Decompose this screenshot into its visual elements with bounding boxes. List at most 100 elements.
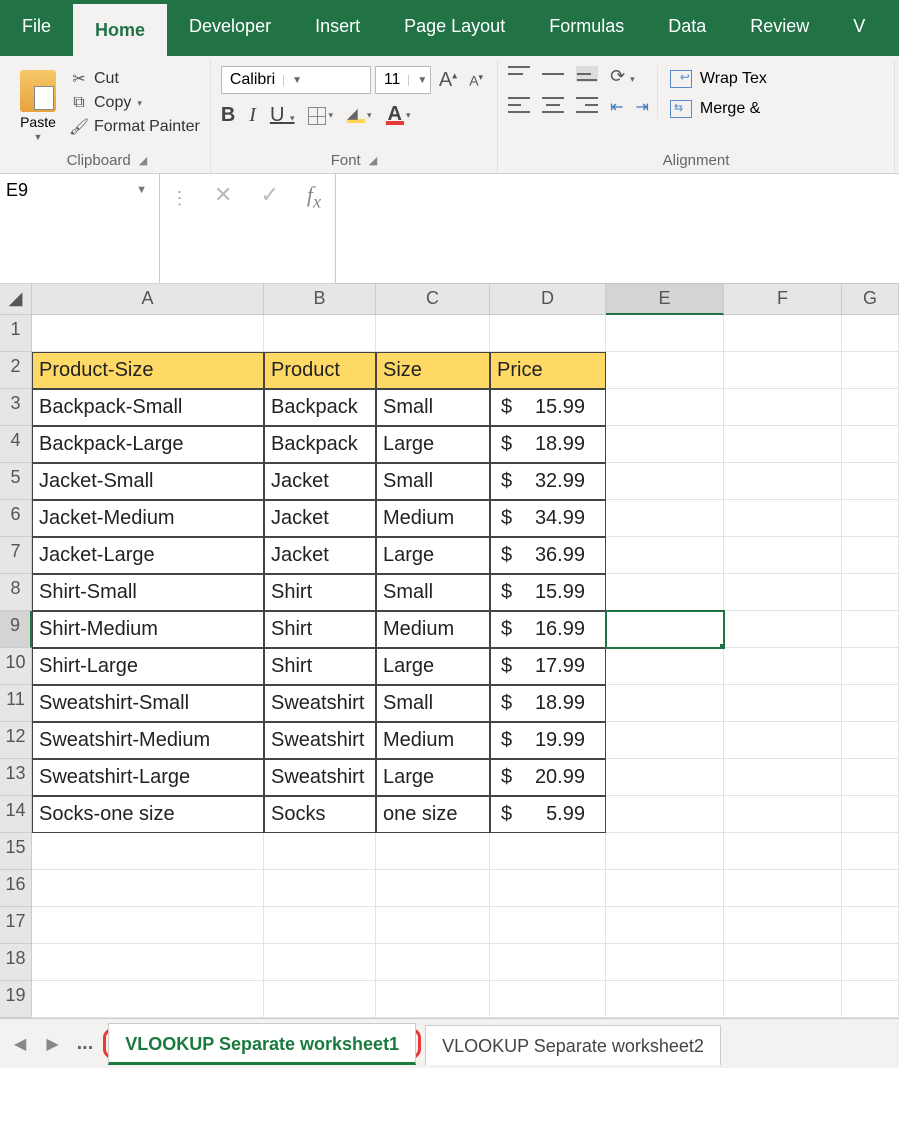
cell-G5[interactable] [842, 463, 899, 500]
chevron-down-icon[interactable]: ▼ [34, 132, 43, 142]
cell-E2[interactable] [606, 352, 724, 389]
cell-D2[interactable]: Price [490, 352, 606, 389]
col-header-F[interactable]: F [724, 284, 842, 315]
row-header-6[interactable]: 6 [0, 500, 32, 537]
cell-A8[interactable]: Shirt-Small [32, 574, 264, 611]
cell-E9[interactable] [606, 611, 724, 648]
cell-B13[interactable]: Sweatshirt [264, 759, 376, 796]
row-header-17[interactable]: 17 [0, 907, 32, 944]
cell-A18[interactable] [32, 944, 264, 981]
col-header-B[interactable]: B [264, 284, 376, 315]
chevron-down-icon[interactable]: ▼ [408, 75, 426, 86]
cell-D16[interactable] [490, 870, 606, 907]
cell-E15[interactable] [606, 833, 724, 870]
cell-B7[interactable]: Jacket [264, 537, 376, 574]
cell-D5[interactable]: $32.99 [490, 463, 606, 500]
cell-B4[interactable]: Backpack [264, 426, 376, 463]
cell-A11[interactable]: Sweatshirt-Small [32, 685, 264, 722]
row-header-4[interactable]: 4 [0, 426, 32, 463]
cell-B5[interactable]: Jacket [264, 463, 376, 500]
align-center-icon[interactable] [542, 97, 564, 113]
row-header-10[interactable]: 10 [0, 648, 32, 685]
cell-D6[interactable]: $34.99 [490, 500, 606, 537]
cell-B8[interactable]: Shirt [264, 574, 376, 611]
cell-C12[interactable]: Medium [376, 722, 490, 759]
cell-B9[interactable]: Shirt [264, 611, 376, 648]
cell-B11[interactable]: Sweatshirt [264, 685, 376, 722]
font-name-combo[interactable]: Calibri ▼ [221, 66, 371, 94]
cell-D18[interactable] [490, 944, 606, 981]
cell-D12[interactable]: $19.99 [490, 722, 606, 759]
cell-E4[interactable] [606, 426, 724, 463]
cell-C13[interactable]: Large [376, 759, 490, 796]
cell-C9[interactable]: Medium [376, 611, 490, 648]
row-header-14[interactable]: 14 [0, 796, 32, 833]
chevron-down-icon[interactable]: ▾ [406, 110, 411, 121]
cell-C15[interactable] [376, 833, 490, 870]
cell-F10[interactable] [724, 648, 842, 685]
row-header-19[interactable]: 19 [0, 981, 32, 1018]
row-header-15[interactable]: 15 [0, 833, 32, 870]
cell-A17[interactable] [32, 907, 264, 944]
cell-B10[interactable]: Shirt [264, 648, 376, 685]
chevron-down-icon[interactable]: ▼ [132, 180, 151, 196]
cell-F8[interactable] [724, 574, 842, 611]
font-color-button[interactable]: A▾ [386, 107, 411, 125]
cell-C19[interactable] [376, 981, 490, 1018]
row-header-2[interactable]: 2 [0, 352, 32, 389]
row-header-1[interactable]: 1 [0, 315, 32, 352]
cell-F3[interactable] [724, 389, 842, 426]
ribbon-tab-page-layout[interactable]: Page Layout [382, 0, 527, 56]
cancel-formula-icon[interactable]: ✕ [214, 182, 232, 208]
cell-D14[interactable]: $5.99 [490, 796, 606, 833]
ribbon-tab-review[interactable]: Review [728, 0, 831, 56]
col-header-D[interactable]: D [490, 284, 606, 315]
decrease-font-icon[interactable]: A▾ [465, 72, 487, 89]
cell-C6[interactable]: Medium [376, 500, 490, 537]
cell-D11[interactable]: $18.99 [490, 685, 606, 722]
ribbon-tab-file[interactable]: File [0, 0, 73, 56]
row-header-9[interactable]: 9 [0, 611, 32, 648]
cell-G16[interactable] [842, 870, 899, 907]
ribbon-tab-home[interactable]: Home [73, 4, 167, 60]
cell-C11[interactable]: Small [376, 685, 490, 722]
cell-C14[interactable]: one size [376, 796, 490, 833]
cell-C18[interactable] [376, 944, 490, 981]
cell-E3[interactable] [606, 389, 724, 426]
underline-button[interactable]: U ▾ [270, 104, 295, 127]
cell-G3[interactable] [842, 389, 899, 426]
cell-E7[interactable] [606, 537, 724, 574]
cell-B6[interactable]: Jacket [264, 500, 376, 537]
cell-G8[interactable] [842, 574, 899, 611]
cell-C16[interactable] [376, 870, 490, 907]
bold-button[interactable]: B [221, 104, 235, 127]
align-bottom-icon[interactable] [576, 66, 598, 82]
name-box[interactable]: E9 ▼ [0, 174, 160, 283]
cell-G17[interactable] [842, 907, 899, 944]
row-header-11[interactable]: 11 [0, 685, 32, 722]
align-top-icon[interactable] [508, 66, 530, 82]
cell-G15[interactable] [842, 833, 899, 870]
cell-C3[interactable]: Small [376, 389, 490, 426]
cell-D1[interactable] [490, 315, 606, 352]
formula-input[interactable] [335, 174, 899, 283]
sheet-tab[interactable]: VLOOKUP Separate worksheet2 [425, 1025, 721, 1065]
cell-G14[interactable] [842, 796, 899, 833]
cell-B1[interactable] [264, 315, 376, 352]
cell-E12[interactable] [606, 722, 724, 759]
cell-E11[interactable] [606, 685, 724, 722]
borders-button[interactable]: ▾ [308, 107, 333, 125]
cell-B3[interactable]: Backpack [264, 389, 376, 426]
col-header-E[interactable]: E [606, 284, 724, 315]
format-painter-button[interactable]: 🖌 Format Painter [70, 118, 200, 136]
cell-F5[interactable] [724, 463, 842, 500]
cell-A14[interactable]: Socks-one size [32, 796, 264, 833]
sheet-tab-active[interactable]: VLOOKUP Separate worksheet1 [108, 1023, 416, 1065]
cell-G7[interactable] [842, 537, 899, 574]
cell-A5[interactable]: Jacket-Small [32, 463, 264, 500]
cell-F18[interactable] [724, 944, 842, 981]
row-header-5[interactable]: 5 [0, 463, 32, 500]
sheet-overflow-button[interactable]: ... [71, 1032, 100, 1055]
ribbon-tab-data[interactable]: Data [646, 0, 728, 56]
cell-A3[interactable]: Backpack-Small [32, 389, 264, 426]
